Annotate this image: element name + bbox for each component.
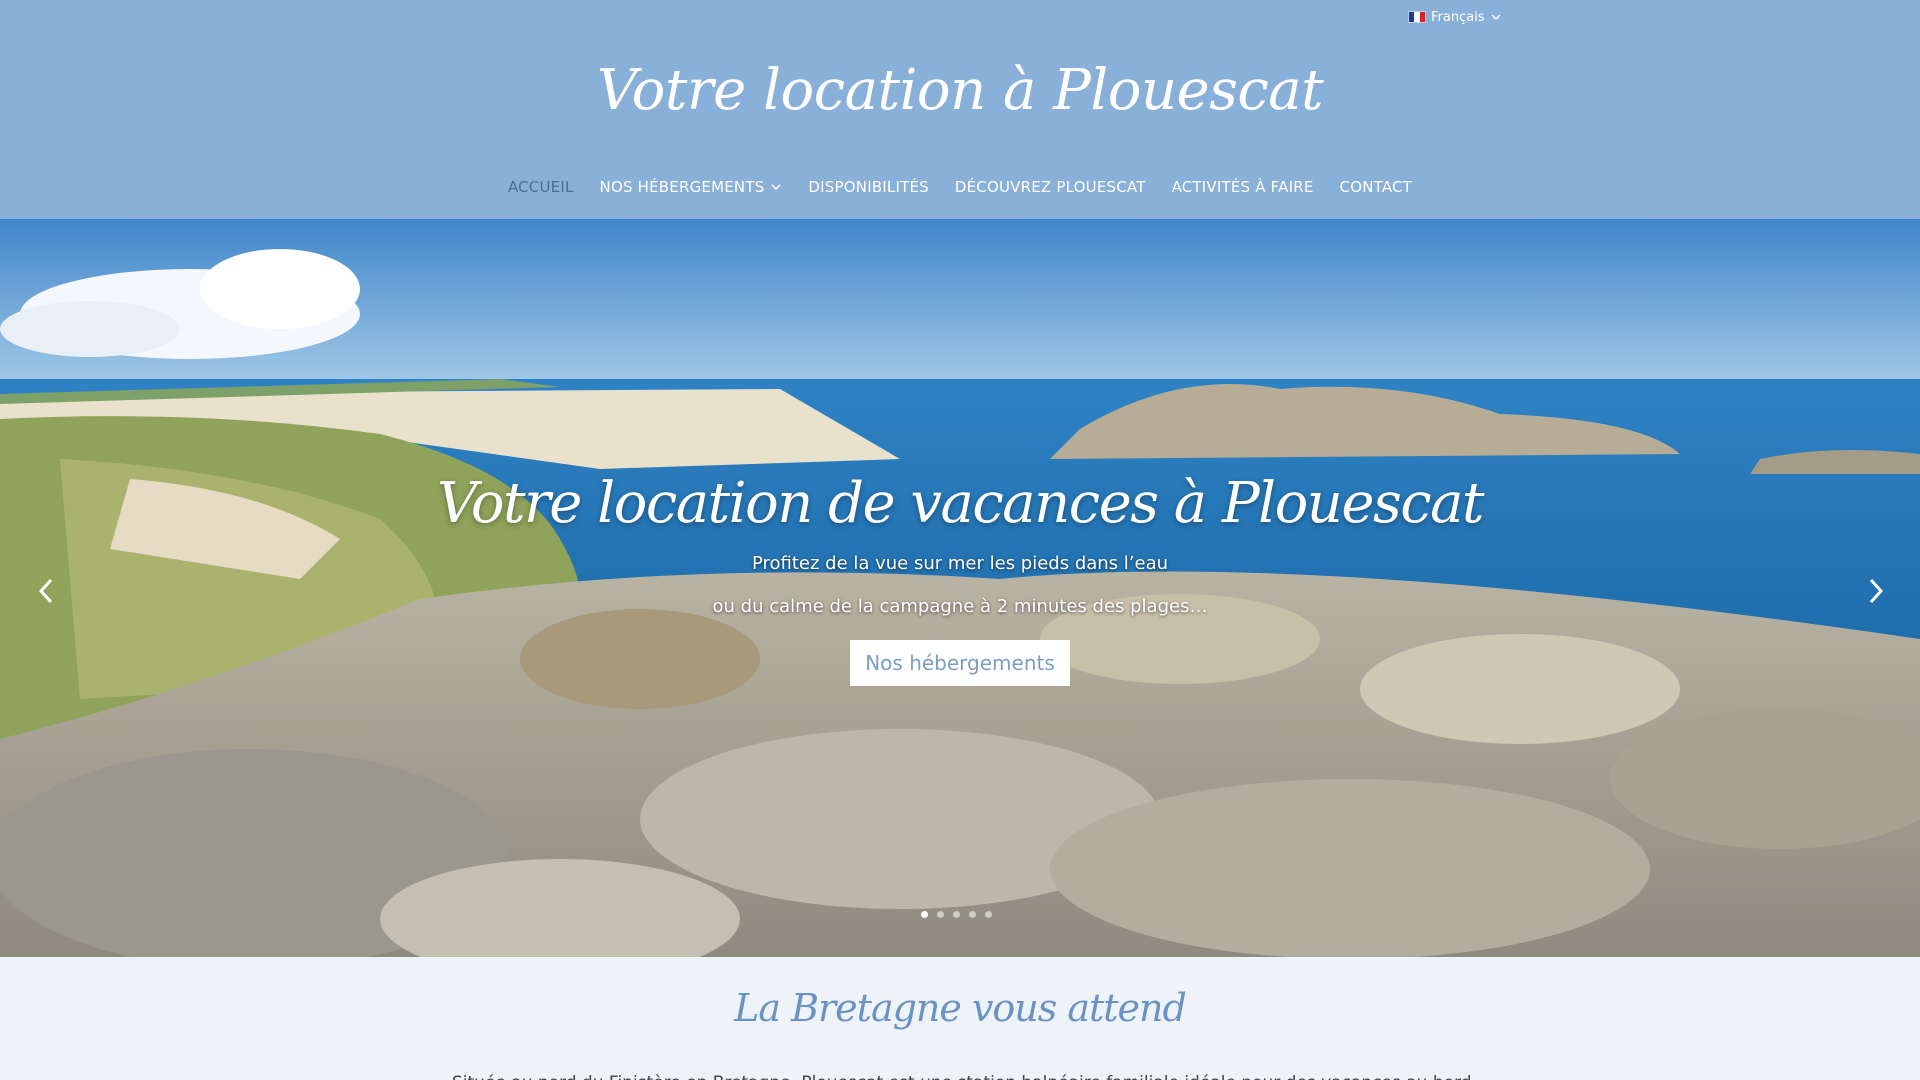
slider-dot-5[interactable] bbox=[985, 911, 992, 918]
chevron-down-icon bbox=[1491, 14, 1501, 21]
hero-subtitle-line-1: Profitez de la vue sur mer les pieds dan… bbox=[751, 553, 1169, 574]
coastal-landscape-image bbox=[0, 219, 1920, 957]
slider-prev-button[interactable] bbox=[26, 571, 66, 611]
nav-item-label: ACCUEIL bbox=[507, 178, 574, 196]
chevron-down-icon bbox=[771, 184, 781, 191]
site-title[interactable]: Votre location à Plouescat bbox=[0, 58, 1920, 123]
section-title: La Bretagne vous attend bbox=[734, 986, 1187, 1030]
hero-subtitle-line-2: ou du calme de la campagne à 2 minutes d… bbox=[712, 596, 1208, 617]
nav-item-label: NOS HÉBERGEMENTS bbox=[599, 178, 765, 196]
nav-item-label: CONTACT bbox=[1339, 178, 1413, 196]
slider-dot-1[interactable] bbox=[921, 911, 928, 918]
nav-item-contact[interactable]: CONTACT bbox=[1340, 172, 1413, 202]
main-nav: ACCUEIL NOS HÉBERGEMENTS DISPONIBILITÉS … bbox=[0, 172, 1920, 202]
hero-slider: Votre location de vacances à Plouescat P… bbox=[0, 219, 1920, 957]
nav-item-label: DÉCOUVREZ PLOUESCAT bbox=[954, 178, 1146, 196]
slider-next-button[interactable] bbox=[1856, 571, 1896, 611]
language-label: Français bbox=[1431, 9, 1485, 25]
nav-item-decouvrez[interactable]: DÉCOUVREZ PLOUESCAT bbox=[955, 172, 1146, 202]
nav-item-accueil[interactable]: ACCUEIL bbox=[508, 172, 574, 202]
slider-dot-3[interactable] bbox=[953, 911, 960, 918]
hero-title: Votre location de vacances à Plouescat bbox=[437, 471, 1484, 536]
hebergements-button[interactable]: Nos hébergements bbox=[850, 640, 1070, 686]
nav-item-disponibilites[interactable]: DISPONIBILITÉS bbox=[808, 172, 928, 202]
nav-item-label: DISPONIBILITÉS bbox=[808, 178, 929, 196]
slider-dot-2[interactable] bbox=[937, 911, 944, 918]
language-switcher[interactable]: Français bbox=[1408, 6, 1502, 28]
chevron-right-icon bbox=[1869, 578, 1884, 604]
nav-item-label: ACTIVITÉS À FAIRE bbox=[1171, 178, 1314, 196]
slider-dot-4[interactable] bbox=[969, 911, 976, 918]
nav-item-activites[interactable]: ACTIVITÉS À FAIRE bbox=[1172, 172, 1314, 202]
site-header: Français Votre location à Plouescat ACCU… bbox=[0, 0, 1920, 219]
chevron-left-icon bbox=[38, 578, 53, 604]
nav-item-hebergements[interactable]: NOS HÉBERGEMENTS bbox=[600, 172, 783, 202]
slider-pagination bbox=[921, 911, 992, 918]
section-intro-text: Située au nord du Finistère en Bretagne,… bbox=[452, 1072, 1472, 1080]
france-flag-icon bbox=[1408, 11, 1426, 23]
